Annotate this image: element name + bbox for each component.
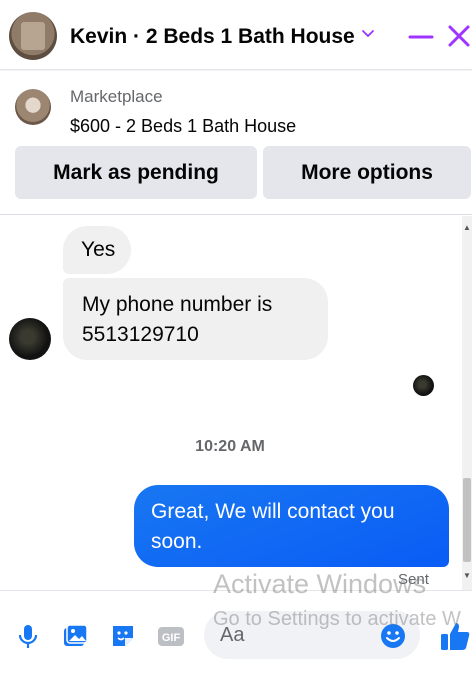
marketplace-label: Marketplace	[70, 87, 163, 106]
listing-thumbnail[interactable]	[15, 89, 51, 125]
svg-text:GIF: GIF	[162, 632, 181, 644]
message-thread[interactable]: Yes My phone number is 5513129710 10:20 …	[0, 216, 472, 590]
gif-icon[interactable]: GIF	[157, 622, 185, 650]
windows-activation-watermark: Activate Windows	[213, 569, 427, 599]
photo-icon[interactable]	[61, 622, 89, 650]
sticker-icon[interactable]	[109, 622, 137, 650]
message-composer: GIF	[0, 590, 472, 676]
sender-avatar[interactable]	[9, 318, 51, 360]
minimize-icon[interactable]	[408, 24, 434, 48]
scrollbar-thumb[interactable]	[463, 478, 471, 562]
listing-title[interactable]: $600 - 2 Beds 1 Bath House	[70, 116, 296, 137]
read-receipt-avatar	[413, 375, 434, 396]
marketplace-banner: Marketplace $600 - 2 Beds 1 Bath House M…	[0, 71, 472, 215]
scroll-up-arrow-icon[interactable]: ▲	[463, 223, 471, 232]
outgoing-message[interactable]: Great, We will contact you soon.	[134, 485, 449, 567]
windows-activation-hint: Go to Settings to activate W	[213, 608, 461, 630]
chat-title[interactable]: Kevin · 2 Beds 1 Bath House	[70, 25, 355, 49]
mark-as-pending-button[interactable]: Mark as pending	[15, 146, 257, 199]
contact-avatar[interactable]	[9, 12, 57, 60]
close-icon[interactable]	[446, 23, 472, 49]
scroll-down-arrow-icon[interactable]: ▼	[463, 571, 471, 580]
chevron-down-icon[interactable]	[360, 26, 376, 42]
incoming-message[interactable]: Yes	[63, 226, 131, 274]
chat-header: Kevin · 2 Beds 1 Bath House	[0, 0, 472, 70]
microphone-icon[interactable]	[14, 622, 42, 650]
message-timestamp: 10:20 AM	[195, 438, 265, 455]
more-options-button[interactable]: More options	[263, 146, 471, 199]
incoming-message[interactable]: My phone number is 5513129710	[63, 278, 328, 360]
